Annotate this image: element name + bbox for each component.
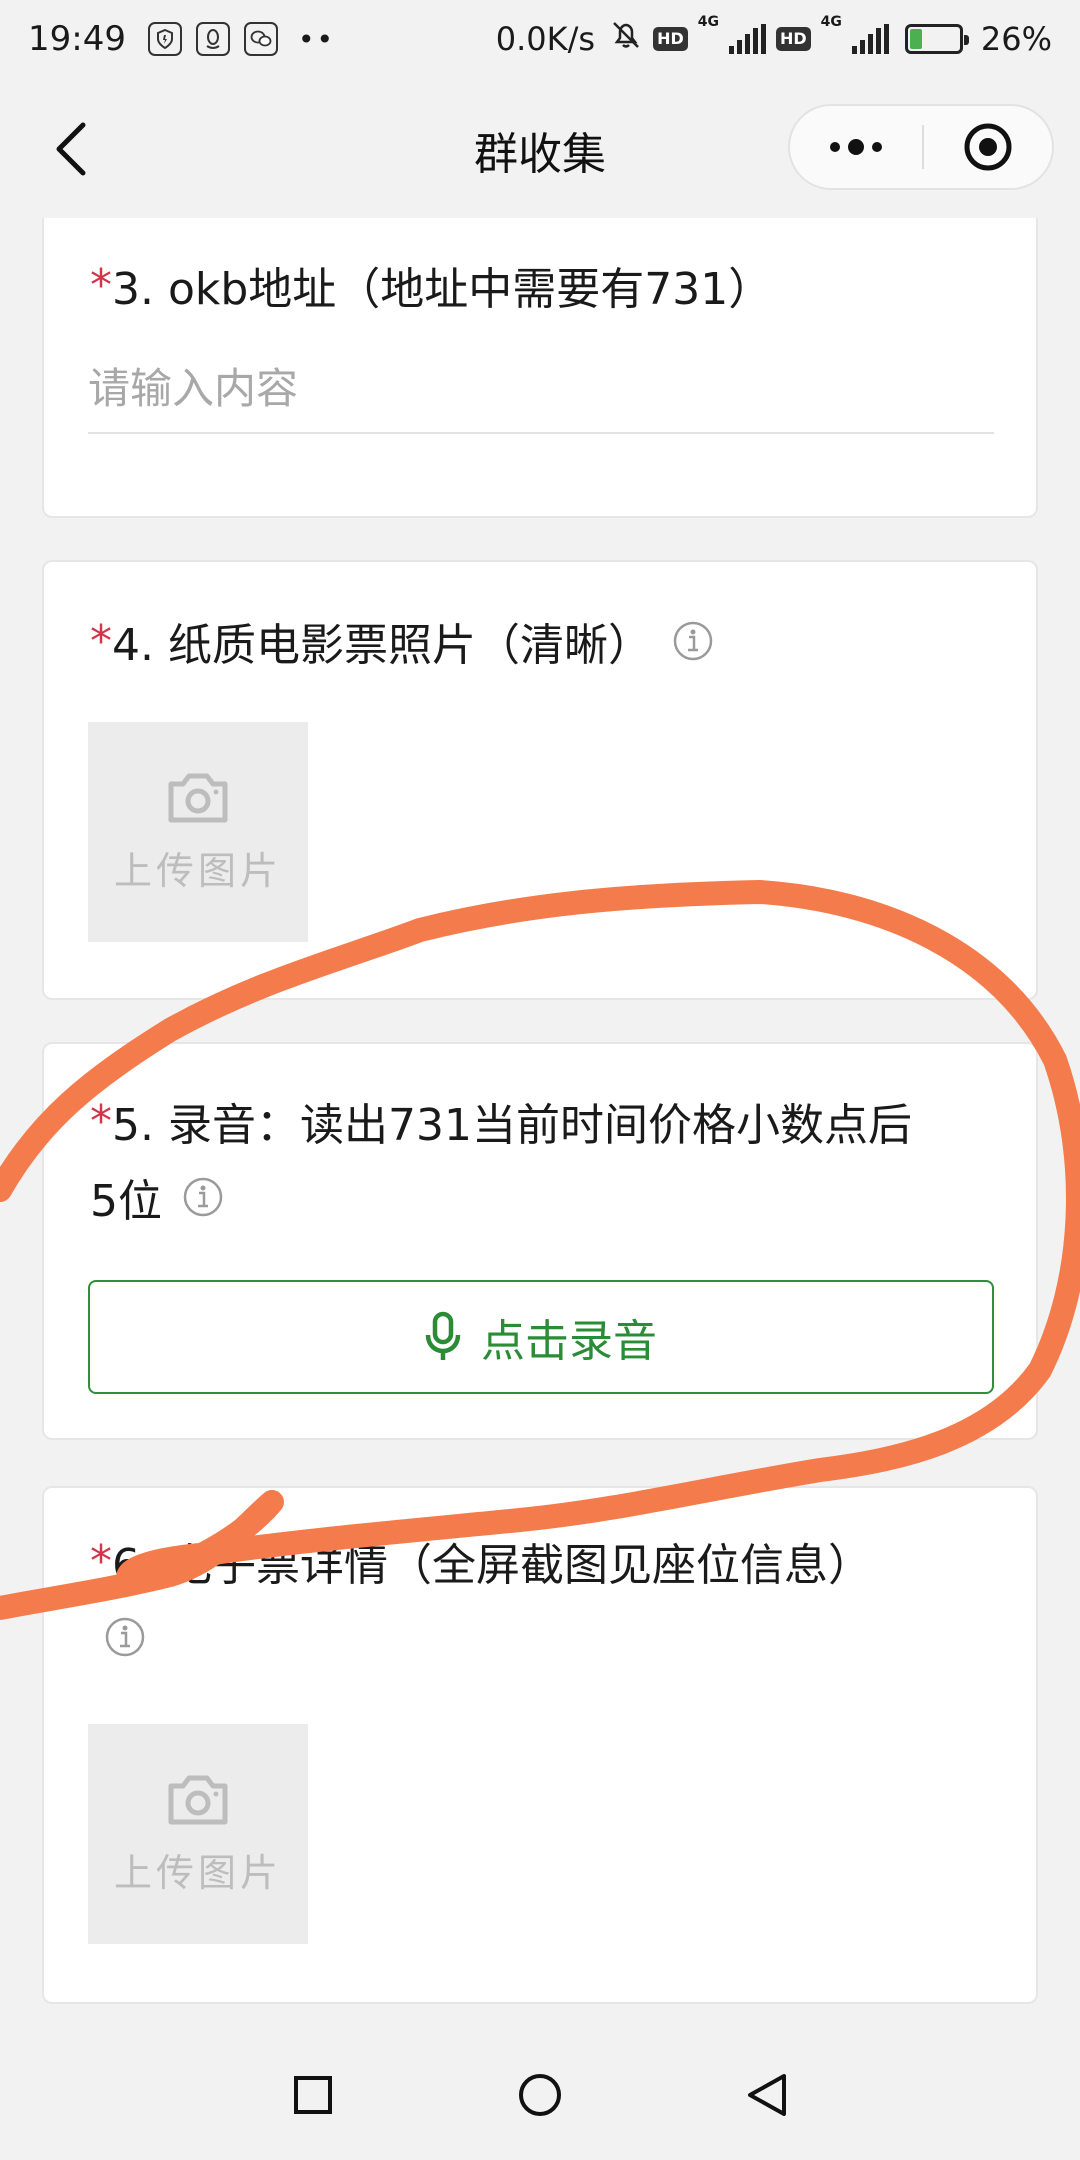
question-card-4: *4. 纸质电影票照片（清晰） 上传图片 bbox=[42, 560, 1038, 1000]
nav-bar: 群收集 bbox=[0, 78, 1080, 218]
more-dot-icon bbox=[872, 142, 882, 152]
battery-fill bbox=[909, 29, 923, 49]
info-icon[interactable] bbox=[104, 1606, 146, 1682]
question-text-line2: 5位 bbox=[90, 1176, 162, 1227]
question-card-6: *6. 电子票详情（全屏截图见座位信息） 上传图片 bbox=[42, 1486, 1038, 2004]
battery-icon bbox=[904, 24, 969, 54]
square-icon bbox=[294, 2076, 333, 2114]
info-icon[interactable] bbox=[672, 610, 714, 686]
upload-image-button[interactable]: 上传图片 bbox=[88, 1724, 308, 1944]
back-nav-button[interactable] bbox=[722, 2050, 812, 2140]
signal-2-icon bbox=[851, 24, 889, 54]
question-title: *3. okb地址（地址中需要有731） bbox=[44, 218, 1036, 328]
status-bar: 19:49 •• 0.0K/s HD 4G HD 4G 26% bbox=[0, 0, 1080, 78]
upload-image-button[interactable]: 上传图片 bbox=[88, 722, 308, 942]
mute-bell-icon bbox=[609, 18, 643, 61]
net-speed: 0.0K/s bbox=[495, 20, 596, 58]
question-title: *6. 电子票详情（全屏截图见座位信息） bbox=[44, 1488, 1036, 1682]
network-type-2: 4G bbox=[820, 13, 842, 30]
question-card-3: *3. okb地址（地址中需要有731） bbox=[42, 218, 1038, 518]
okb-address-input[interactable] bbox=[88, 344, 994, 434]
camera-icon bbox=[168, 773, 228, 822]
question-title: *4. 纸质电影票照片（清晰） bbox=[44, 562, 1036, 686]
network-type-1: 4G bbox=[697, 13, 719, 30]
question-text: 3. okb地址（地址中需要有731） bbox=[112, 264, 773, 315]
home-button[interactable] bbox=[495, 2050, 585, 2140]
miniprogram-capsule bbox=[788, 104, 1054, 190]
system-nav-bar bbox=[0, 2030, 1080, 2160]
more-dot-icon bbox=[830, 142, 840, 152]
more-button[interactable] bbox=[790, 106, 922, 188]
more-notifications-icon: •• bbox=[297, 22, 336, 56]
required-mark: * bbox=[90, 260, 112, 311]
question-card-5: *5. 录音：读出731当前时间价格小数点后 5位 点击录音 bbox=[42, 1042, 1038, 1440]
required-mark: * bbox=[90, 1096, 112, 1147]
form-content[interactable]: *3. okb地址（地址中需要有731） *4. 纸质电影票照片（清晰） 上传图… bbox=[0, 218, 1080, 2030]
camera-icon bbox=[168, 1775, 228, 1824]
upload-label: 上传图片 bbox=[113, 1850, 282, 1895]
qq-notification-icon bbox=[195, 22, 230, 56]
question-text: 4. 纸质电影票照片（清晰） bbox=[112, 620, 652, 671]
triangle-back-icon bbox=[747, 2074, 786, 2116]
hd-badge-2: HD bbox=[775, 27, 811, 51]
question-title: *5. 录音：读出731当前时间价格小数点后 5位 bbox=[44, 1044, 1036, 1242]
signal-1-icon bbox=[728, 24, 766, 54]
record-audio-button[interactable]: 点击录音 bbox=[88, 1280, 994, 1394]
record-label: 点击录音 bbox=[481, 1316, 657, 1367]
question-text: 6. 电子票详情（全屏截图见座位信息） bbox=[112, 1540, 872, 1591]
hd-badge-1: HD bbox=[653, 27, 688, 51]
shield-notification-icon bbox=[147, 22, 182, 56]
circle-icon bbox=[518, 2074, 561, 2116]
close-miniprogram-button[interactable] bbox=[924, 106, 1052, 188]
battery-percent: 26% bbox=[980, 20, 1052, 58]
recent-apps-button[interactable] bbox=[268, 2050, 358, 2140]
microphone-icon bbox=[425, 1311, 461, 1360]
target-close-icon bbox=[964, 123, 1012, 171]
required-mark: * bbox=[90, 1536, 112, 1587]
wechat-notification-icon bbox=[243, 22, 278, 56]
info-icon[interactable] bbox=[182, 1166, 224, 1242]
status-time: 19:49 bbox=[28, 19, 126, 59]
required-mark: * bbox=[90, 616, 112, 667]
question-text-line1: 5. 录音：读出731当前时间价格小数点后 bbox=[112, 1100, 912, 1151]
more-dot-icon bbox=[848, 139, 864, 155]
upload-label: 上传图片 bbox=[113, 848, 282, 893]
